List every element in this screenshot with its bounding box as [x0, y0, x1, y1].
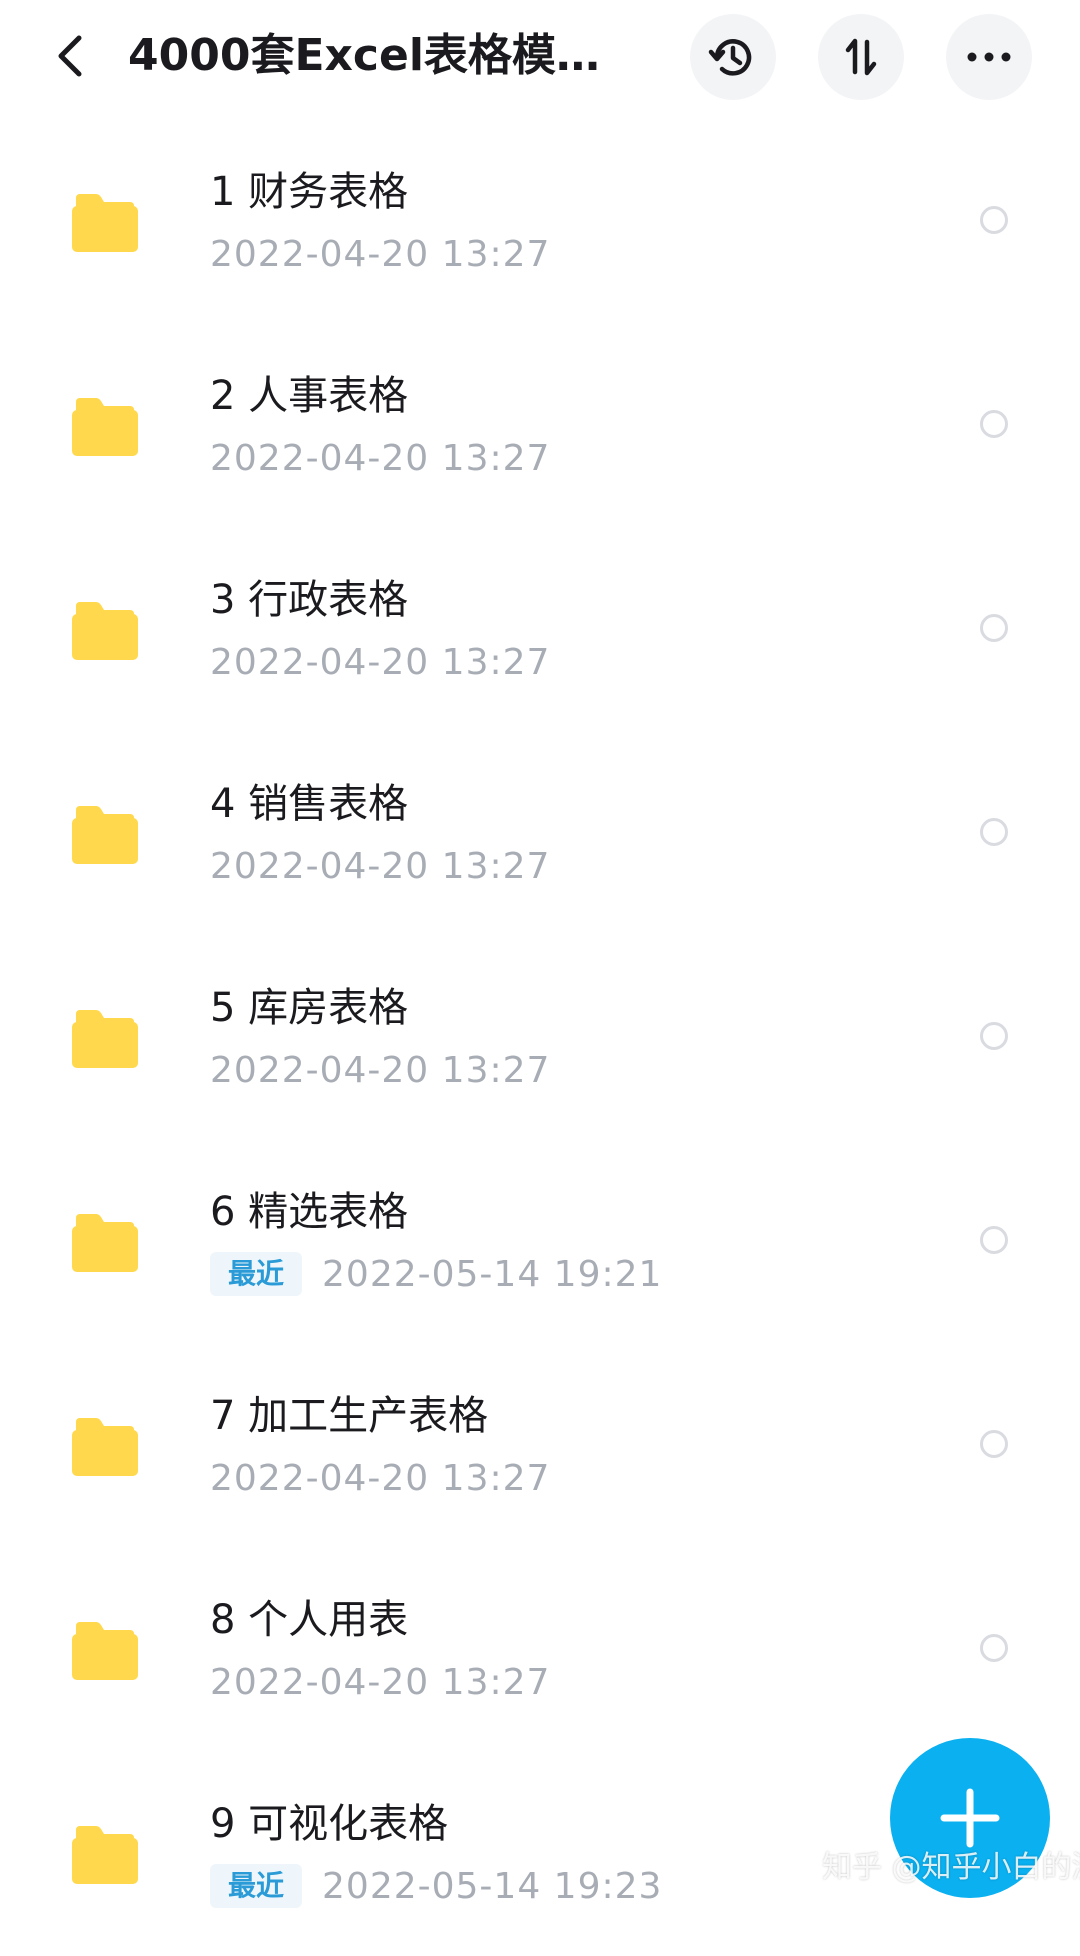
folder-icon [72, 1214, 138, 1272]
sort-arrows-icon [845, 38, 877, 76]
file-name: 4 销售表格 [210, 781, 409, 827]
recent-badge: 最近 [210, 1252, 303, 1296]
file-meta: 2022-04-20 13:27 [210, 1046, 550, 1094]
select-radio[interactable] [980, 818, 1008, 846]
file-date: 2022-05-14 19:21 [322, 1253, 663, 1295]
chevron-left-icon [58, 35, 82, 77]
file-row[interactable]: 3 行政表格 2022-04-20 13:27 [0, 528, 1080, 732]
more-options-button[interactable] [946, 14, 1032, 100]
folder-icon [72, 1418, 138, 1476]
select-radio[interactable] [980, 410, 1008, 438]
file-row[interactable]: 8 个人用表 2022-04-20 13:27 [0, 1548, 1080, 1752]
file-name: 5 库房表格 [210, 985, 409, 1031]
file-meta: 最近 2022-05-14 19:21 [210, 1250, 662, 1298]
select-radio[interactable] [980, 1226, 1008, 1254]
file-row[interactable]: 5 库房表格 2022-04-20 13:27 [0, 936, 1080, 1140]
select-radio[interactable] [980, 1022, 1008, 1050]
select-radio[interactable] [980, 614, 1008, 642]
file-meta: 2022-04-20 13:27 [210, 434, 550, 482]
select-radio[interactable] [980, 206, 1008, 234]
file-name: 2 人事表格 [210, 373, 409, 419]
file-date: 2022-04-20 13:27 [210, 1661, 551, 1703]
file-date: 2022-04-20 13:27 [210, 437, 551, 479]
file-meta: 最近 2022-05-14 19:23 [210, 1862, 662, 1910]
file-meta: 2022-04-20 13:27 [210, 230, 550, 278]
more-dots-icon [967, 52, 1011, 62]
folder-icon [72, 1826, 138, 1884]
file-meta: 2022-04-20 13:27 [210, 638, 550, 686]
file-name: 3 行政表格 [210, 577, 409, 623]
sort-button[interactable] [818, 14, 904, 100]
folder-icon [72, 194, 138, 252]
file-row[interactable]: 2 人事表格 2022-04-20 13:27 [0, 324, 1080, 528]
top-app-bar: 4000套Excel表格模… [0, 0, 1080, 120]
folder-icon [72, 1622, 138, 1680]
select-radio[interactable] [980, 1634, 1008, 1662]
file-date: 2022-05-14 19:23 [322, 1865, 663, 1907]
folder-icon [72, 806, 138, 864]
file-row[interactable]: 1 财务表格 2022-04-20 13:27 [0, 120, 1080, 324]
page-title: 4000套Excel表格模… [128, 30, 600, 81]
file-name: 1 财务表格 [210, 169, 409, 215]
file-name: 7 加工生产表格 [210, 1393, 489, 1439]
select-radio[interactable] [980, 1430, 1008, 1458]
file-date: 2022-04-20 13:27 [210, 233, 551, 275]
file-date: 2022-04-20 13:27 [210, 845, 551, 887]
file-date: 2022-04-20 13:27 [210, 641, 551, 683]
back-button[interactable] [40, 24, 100, 88]
file-row[interactable]: 4 销售表格 2022-04-20 13:27 [0, 732, 1080, 936]
file-name: 6 精选表格 [210, 1189, 409, 1235]
plus-icon [940, 1788, 1000, 1848]
file-name: 9 可视化表格 [210, 1801, 449, 1847]
folder-icon [72, 602, 138, 660]
file-date: 2022-04-20 13:27 [210, 1457, 551, 1499]
history-button[interactable] [690, 14, 776, 100]
file-row[interactable]: 7 加工生产表格 2022-04-20 13:27 [0, 1344, 1080, 1548]
file-meta: 2022-04-20 13:27 [210, 842, 550, 890]
folder-icon [72, 1010, 138, 1068]
watermark: 知乎 @知乎小白的测评 [822, 1850, 1080, 1885]
file-meta: 2022-04-20 13:27 [210, 1658, 550, 1706]
history-clock-icon [708, 39, 752, 76]
file-row[interactable]: 6 精选表格 最近 2022-05-14 19:21 [0, 1140, 1080, 1344]
file-date: 2022-04-20 13:27 [210, 1049, 551, 1091]
file-name: 8 个人用表 [210, 1597, 409, 1643]
recent-badge: 最近 [210, 1864, 303, 1908]
file-meta: 2022-04-20 13:27 [210, 1454, 550, 1502]
folder-icon [72, 398, 138, 456]
